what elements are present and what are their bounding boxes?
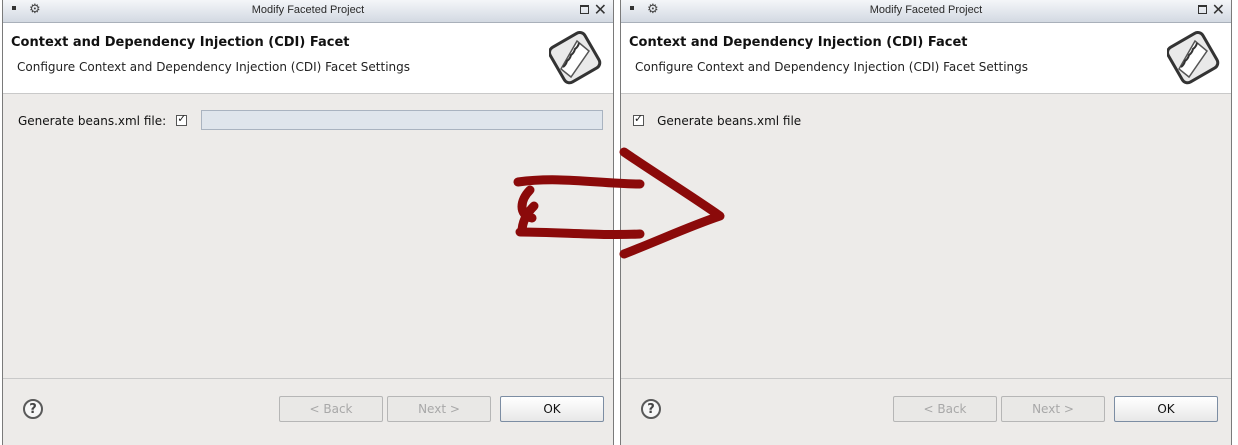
ok-button[interactable]: OK	[1114, 396, 1218, 422]
wizard-banner-icon	[549, 31, 602, 85]
back-button[interactable]: < Back	[279, 396, 383, 422]
ok-button[interactable]: OK	[500, 396, 604, 422]
settings-panel: Generate beans.xml file:	[3, 94, 613, 379]
page-description: Configure Context and Dependency Injecti…	[635, 60, 1029, 74]
close-icon[interactable]: ✕	[1212, 1, 1225, 19]
button-bar: ? < Back Next > OK	[621, 378, 1231, 445]
next-button[interactable]: Next >	[387, 396, 491, 422]
beans-path-field[interactable]	[201, 110, 603, 130]
generate-beans-checkbox[interactable]	[633, 112, 644, 126]
title-bar[interactable]: ⚙ Modify Faceted Project ✕	[621, 0, 1231, 23]
next-button[interactable]: Next >	[1001, 396, 1105, 422]
wizard-banner: Context and Dependency Injection (CDI) F…	[621, 23, 1231, 94]
page-title: Context and Dependency Injection (CDI) F…	[629, 35, 968, 50]
maximize-icon[interactable]	[1198, 5, 1207, 14]
generate-beans-row: Generate beans.xml file	[633, 110, 801, 129]
generate-beans-row: Generate beans.xml file:	[18, 110, 188, 129]
dialog-after: ⚙ Modify Faceted Project ✕ Context and D…	[620, 0, 1232, 445]
back-button[interactable]: < Back	[893, 396, 997, 422]
wizard-banner-icon	[1167, 31, 1220, 85]
title-bar[interactable]: ⚙ Modify Faceted Project ✕	[3, 0, 613, 23]
window-title: Modify Faceted Project	[251, 4, 365, 16]
button-bar: ? < Back Next > OK	[3, 378, 613, 445]
help-icon[interactable]: ?	[641, 399, 661, 419]
help-icon[interactable]: ?	[23, 399, 43, 419]
close-icon[interactable]: ✕	[594, 1, 607, 19]
generate-beans-label: Generate beans.xml file:	[18, 114, 167, 128]
page-title: Context and Dependency Injection (CDI) F…	[11, 35, 350, 50]
generate-beans-checkbox[interactable]	[176, 112, 188, 126]
generate-beans-label: Generate beans.xml file	[657, 114, 802, 128]
settings-panel: Generate beans.xml file	[621, 94, 1231, 379]
maximize-icon[interactable]	[580, 5, 589, 14]
window-title: Modify Faceted Project	[869, 4, 983, 16]
page-description: Configure Context and Dependency Injecti…	[17, 60, 411, 74]
dialog-before: ⚙ Modify Faceted Project ✕ Context and D…	[2, 0, 614, 445]
wizard-banner: Context and Dependency Injection (CDI) F…	[3, 23, 613, 94]
